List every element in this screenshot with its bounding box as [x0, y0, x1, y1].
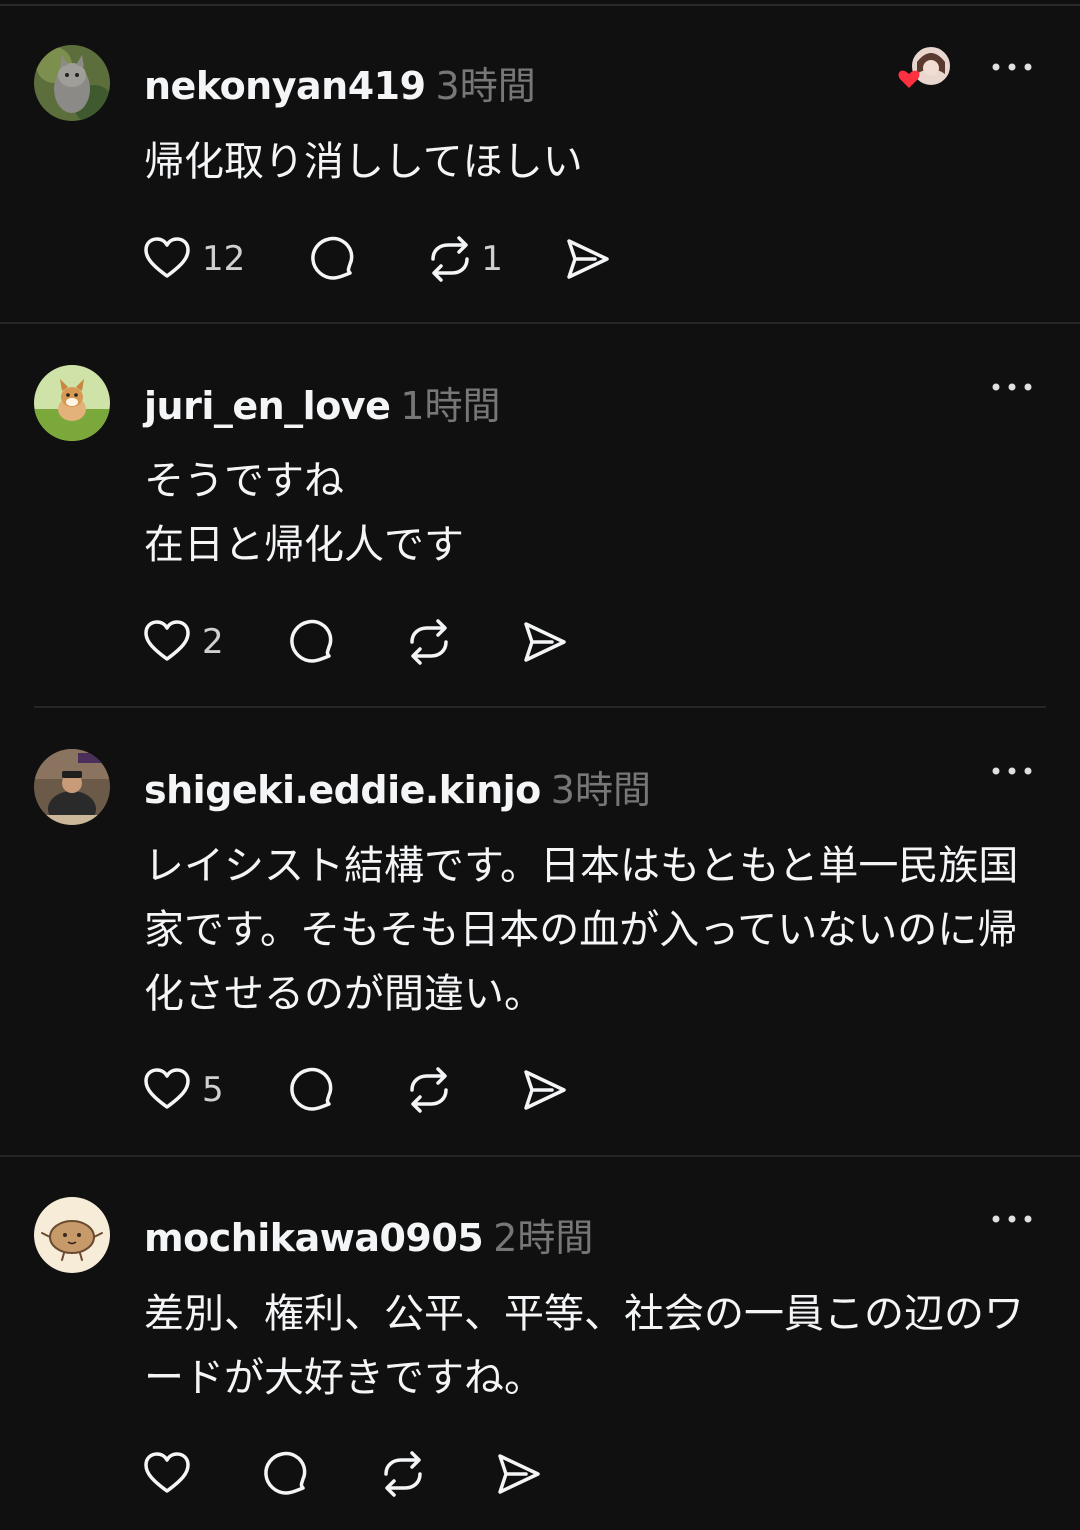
like-button[interactable] — [142, 1449, 192, 1499]
send-icon — [523, 1070, 566, 1110]
action-bar: 5 — [142, 1062, 570, 1118]
more-dots-icon — [992, 383, 1032, 391]
repost-icon — [431, 236, 470, 282]
timestamp: 3時間 — [550, 768, 651, 812]
heart-icon — [144, 237, 190, 278]
more-dots-icon — [992, 63, 1032, 71]
liked-by-avatar[interactable] — [895, 44, 955, 96]
post-header: mochikawa0905 2時間 — [144, 1207, 593, 1262]
like-count: 12 — [202, 239, 246, 279]
heart-badge-icon — [898, 70, 920, 88]
comment-icon — [311, 236, 354, 280]
post-header: juri_en_love 1時間 — [144, 375, 501, 430]
post-header: nekonyan419 3時間 — [144, 55, 536, 110]
repost-button[interactable] — [402, 616, 456, 668]
post-header: shigeki.eddie.kinjo 3時間 — [144, 759, 651, 814]
comment-icon — [289, 1067, 333, 1111]
username[interactable]: shigeki.eddie.kinjo — [144, 768, 541, 812]
more-dots-icon — [992, 767, 1032, 775]
username[interactable]: juri_en_love — [144, 384, 391, 428]
like-button[interactable]: 2 — [142, 617, 224, 667]
send-icon — [523, 622, 566, 662]
heart-icon — [144, 1452, 190, 1493]
post-text: 帰化取り消ししてほしい — [144, 139, 583, 185]
dog-avatar-icon — [34, 365, 110, 441]
timestamp: 2時間 — [493, 1216, 594, 1260]
action-bar: 12 1 — [142, 231, 613, 287]
avatar[interactable] — [34, 1197, 110, 1273]
send-icon — [567, 239, 609, 279]
comment-icon — [289, 619, 333, 663]
repost-count: 1 — [481, 239, 503, 279]
post-divider — [34, 706, 1046, 708]
avatar[interactable] — [34, 749, 110, 825]
reply-button[interactable] — [284, 616, 336, 668]
post-text: そうですね 在日と帰化人です — [144, 458, 464, 568]
comment-icon — [264, 1451, 307, 1495]
post-text: 差別、権利、公平、平等、社会の一員この辺のワードが大好きですね。 — [144, 1291, 1024, 1401]
timestamp: 3時間 — [435, 64, 536, 108]
more-options-button[interactable] — [990, 377, 1034, 397]
timestamp: 1時間 — [400, 384, 501, 428]
repost-button[interactable]: 1 — [423, 233, 503, 285]
more-options-button[interactable] — [990, 1209, 1034, 1229]
cat-avatar-icon — [34, 45, 110, 121]
more-options-button[interactable] — [990, 57, 1034, 77]
more-options-button[interactable] — [990, 761, 1034, 781]
like-button[interactable]: 12 — [142, 234, 245, 284]
share-button[interactable] — [518, 616, 570, 668]
person-avatar-icon — [34, 749, 110, 825]
reply-button[interactable] — [284, 1064, 336, 1116]
repost-icon — [409, 619, 448, 665]
action-bar: 2 — [142, 614, 570, 670]
heart-icon — [144, 620, 190, 661]
like-button[interactable]: 5 — [142, 1065, 224, 1115]
repost-button[interactable] — [402, 1064, 456, 1116]
avatar[interactable] — [34, 45, 110, 121]
action-bar — [142, 1446, 544, 1502]
reply-button[interactable] — [305, 233, 357, 285]
more-dots-icon — [992, 1215, 1032, 1223]
heart-icon — [144, 1068, 190, 1109]
post-text: レイシスト結構です。日本はもともと単一民族国家です。そもそも日本の血が入っていな… — [144, 843, 1019, 1017]
repost-button[interactable] — [376, 1448, 430, 1500]
repost-icon — [409, 1067, 448, 1113]
reply-button[interactable] — [258, 1448, 310, 1500]
username[interactable]: mochikawa0905 — [144, 1216, 484, 1260]
mochi-avatar-icon — [34, 1197, 110, 1273]
repost-icon — [384, 1451, 422, 1497]
share-button[interactable] — [518, 1064, 570, 1116]
post-divider — [0, 1155, 1080, 1157]
like-count: 5 — [202, 1070, 224, 1110]
share-button[interactable] — [492, 1448, 544, 1500]
post-divider — [0, 322, 1080, 324]
share-button[interactable] — [561, 233, 613, 285]
send-icon — [498, 1454, 540, 1494]
top-divider — [0, 4, 1080, 6]
username[interactable]: nekonyan419 — [144, 64, 426, 108]
avatar[interactable] — [34, 365, 110, 441]
like-count: 2 — [202, 622, 224, 662]
